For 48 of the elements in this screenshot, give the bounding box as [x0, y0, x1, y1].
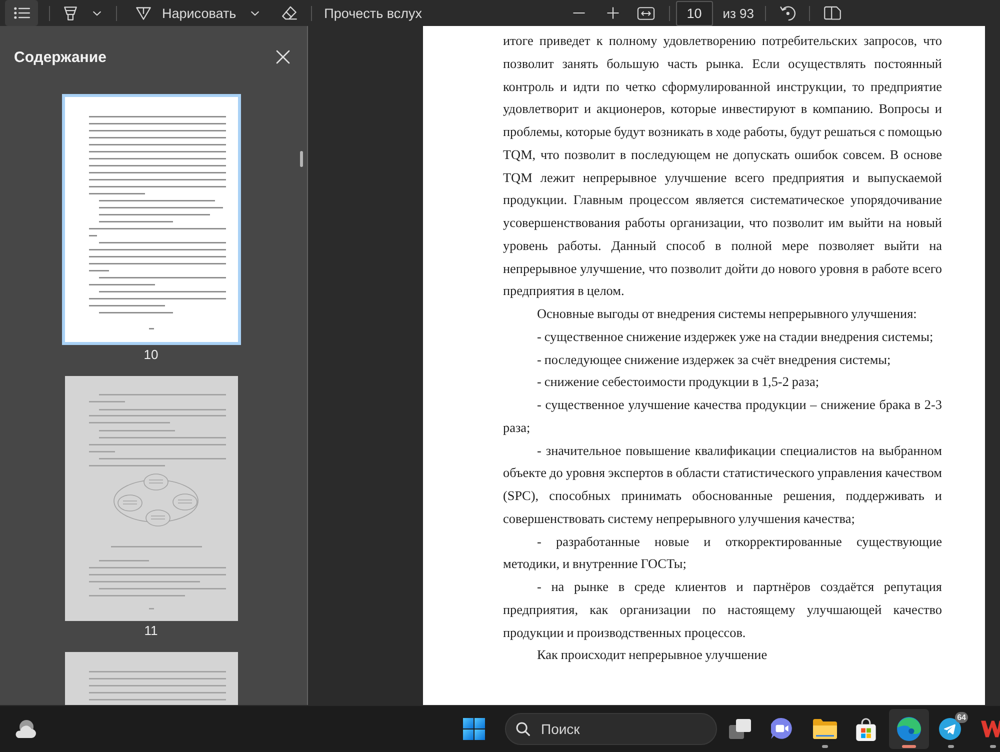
page-number-label: 10: [144, 347, 158, 363]
paragraph: - снижение себестоимости продукции в 1,5-2 раза;: [536, 373, 820, 392]
two-pages-icon: [824, 6, 840, 20]
notification-badge: 64: [955, 712, 968, 723]
cloud-icon: [14, 719, 36, 739]
read-aloud-button[interactable]: Прочесть вслух: [321, 0, 426, 26]
close-icon: [276, 50, 290, 64]
folder-icon: [813, 719, 837, 739]
search-icon: [516, 722, 530, 736]
page-number-field[interactable]: 10: [676, 0, 713, 26]
rotate-icon: [780, 5, 796, 21]
paragraph: - существенное снижение издержек уже на стадии внедрения системы;: [536, 328, 934, 346]
list-icon: [14, 7, 30, 19]
paragraph: итоге приведет к полному удовлетворению потребительских запросов, что позволит занять большую часть рынка. Если осуществлять постоянный контроль и идти по четко сформулированной инструкции, то предприятие удовлетворит и акционеров, которые инвестируют в компанию. Вопросы и проблемы, которые будут возникать в ходе работы, будут решаться с помощью TQM, что позволит в последующем не допускать ошибок совсем. В основе TQM лежит непрерывное улучшение всего предприятия и выпускаемой продукции. Главным процессом является систематическое упорядочивание усовершенствования работы организации, что позволит им выйти на новый уровень работы. Данный способ в полной мере позволяет выйти на непрерывное улучшение, что позволит дойти до нового уровня в работе всего предприятия в целом.: [503, 32, 942, 300]
paragraph: Как происходит непрерывное улучшение: [536, 646, 768, 664]
paper-plane-icon: [939, 718, 961, 740]
paragraph: - разработанные новые и откорректированные существующие методики, и внутренние ГОСТы;: [503, 532, 942, 574]
page-thumbnail[interactable]: [62, 94, 240, 345]
page-thumbnail[interactable]: [64, 376, 238, 621]
pen-tip-icon: [136, 6, 151, 20]
minus-icon: [572, 12, 585, 14]
paragraph: - значительное повышение квалификации специалистов на выбранном объекте до уровня экспертов в области статистического управления качеством (SPC), способных принимать обоснованные решения, поддерживать и совершенствовать систему непрерывного улучшения качества;: [503, 442, 942, 528]
paragraph: - на рынке в среде клиентов и партнёров создаётся репутация предприятия, как организации по настоящему улучшающей качество продукции и производственных процессов.: [503, 578, 942, 642]
swirl-icon: [897, 717, 921, 741]
sidebar-title: Содержание: [14, 48, 106, 66]
paragraph: - последующее снижение издержек за счёт внедрения системы;: [536, 350, 892, 369]
highlighter-icon: [64, 6, 76, 20]
video-chat-icon: [771, 718, 793, 740]
four-squares-icon: [463, 718, 485, 740]
eraser-icon: [282, 6, 297, 20]
page-number-label: 11: [144, 623, 158, 639]
page-count: из 93: [722, 6, 754, 20]
search-field[interactable]: Поиск: [505, 713, 717, 745]
page-thumbnail[interactable]: [64, 652, 238, 705]
box-arrows-icon: [636, 6, 655, 20]
taskbar-app-button[interactable]: 64: [930, 709, 972, 749]
chevron-down-icon: [93, 10, 101, 16]
chevron-down-icon: [251, 10, 260, 16]
zigzag-icon: [981, 720, 1000, 738]
taskbar-app-button[interactable]: [889, 709, 929, 749]
paragraph: - существенное улучшение качества продукции – снижение брака в 2-3 раза;: [503, 396, 942, 437]
scrollbar-thumb[interactable]: [300, 151, 303, 167]
plus-icon: [606, 7, 619, 19]
overlapping-squares-icon: [729, 719, 751, 739]
contents-button[interactable]: [5, 0, 38, 26]
draw-button[interactable]: Нарисовать: [133, 0, 240, 26]
shopping-bag-icon: [855, 718, 877, 740]
paragraph: Основные выгоды от внедрения системы непрерывного улучшения:: [536, 305, 918, 323]
